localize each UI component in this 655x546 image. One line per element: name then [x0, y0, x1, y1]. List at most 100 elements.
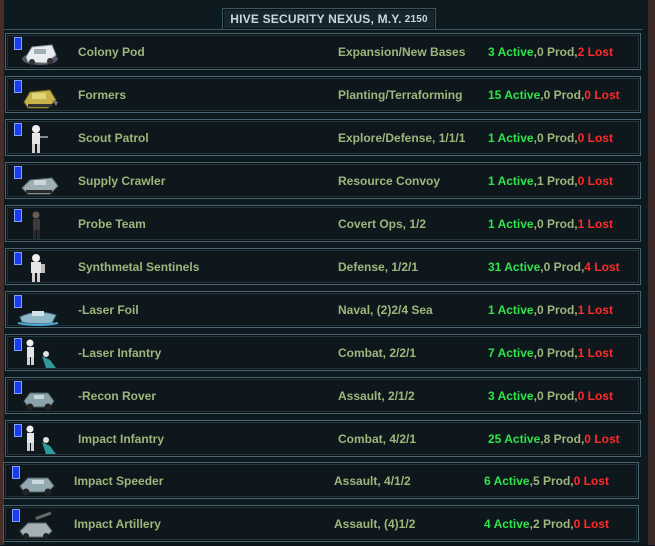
- prod-count: 8 Prod: [543, 431, 581, 446]
- unit-name: Colony Pod: [78, 44, 145, 59]
- scout-patrol-icon: [16, 123, 60, 155]
- unit-name: -Laser Foil: [78, 302, 139, 317]
- unit-row[interactable]: Synthmetal Sentinels Defense, 1/2/1 31 Act…: [5, 248, 641, 285]
- faction-flag-icon: [14, 37, 22, 50]
- unit-role: Defense, 1/2/1: [338, 259, 419, 274]
- active-count: 25 Active: [488, 431, 541, 446]
- unit-row[interactable]: Probe Team Covert Ops, 1/2 1 Active, 0 Pro…: [5, 205, 641, 242]
- unit-stats: 1 Active, 1 Prod, 0 Lost: [488, 163, 613, 198]
- unit-name: -Laser Infantry: [78, 345, 162, 360]
- faction-flag-icon: [14, 424, 22, 437]
- sentinel-icon: [16, 252, 60, 284]
- window-title-text: HIVE SECURITY NEXUS, M.Y.: [230, 12, 402, 26]
- security-nexus-window: HIVE SECURITY NEXUS, M.Y. 2150 Colony Pod…: [0, 0, 655, 545]
- unit-row[interactable]: Formers Planting/Terraforming 15 Active, 0…: [5, 76, 641, 113]
- unit-row[interactable]: -Laser Infantry Combat, 2/2/1 7 Active, 0 …: [5, 334, 641, 371]
- active-count: 15 Active: [488, 87, 541, 102]
- foil-icon: [16, 295, 60, 327]
- lost-count: 1 Lost: [577, 345, 613, 360]
- faction-flag-icon: [14, 252, 22, 265]
- unit-stats: 3 Active, 0 Prod, 2 Lost: [488, 34, 613, 69]
- lost-count: 0 Lost: [577, 130, 613, 145]
- prod-count: 0 Prod: [536, 130, 575, 145]
- lost-count: 0 Lost: [584, 431, 620, 446]
- faction-flag-icon: [14, 209, 22, 222]
- unit-row[interactable]: Impact Infantry Combat, 4/2/1 25 Active, 8…: [5, 420, 641, 457]
- lost-count: 1 Lost: [577, 302, 613, 317]
- unit-role: Assault, 4/1/2: [334, 473, 411, 488]
- formers-icon: [16, 80, 60, 112]
- rover-icon: [16, 381, 60, 413]
- unit-name: Formers: [78, 87, 127, 102]
- unit-role: Covert Ops, 1/2: [338, 216, 427, 231]
- faction-flag-icon: [12, 509, 20, 522]
- infantry-icon: [16, 338, 60, 370]
- lost-count: 0 Lost: [577, 173, 613, 188]
- prod-count: 0 Prod: [536, 302, 575, 317]
- unit-role: Naval, (2)2/4 Sea: [338, 302, 433, 317]
- prod-count: 2 Prod: [532, 516, 571, 531]
- faction-flag-icon: [14, 295, 22, 308]
- unit-name: Synthmetal Sentinels: [78, 259, 200, 274]
- prod-count: 0 Prod: [536, 44, 575, 59]
- infantry-icon: [16, 424, 60, 456]
- faction-flag-icon: [14, 166, 22, 179]
- unit-row[interactable]: -Laser Foil Naval, (2)2/4 Sea 1 Active, 0 …: [5, 291, 641, 328]
- lost-count: 0 Lost: [573, 473, 609, 488]
- header-divider: [4, 29, 643, 30]
- active-count: 1 Active: [488, 130, 534, 145]
- prod-count: 1 Prod: [536, 173, 575, 188]
- unit-role: Assault, (4)1/2: [334, 516, 416, 531]
- unit-stats: 31 Active, 0 Prod, 4 Lost: [488, 249, 620, 284]
- unit-row[interactable]: Supply Crawler Resource Convoy 1 Active, 1…: [5, 162, 641, 199]
- unit-role: Combat, 4/2/1: [338, 431, 417, 446]
- unit-role: Combat, 2/2/1: [338, 345, 417, 360]
- unit-role: Explore/Defense, 1/1/1: [338, 130, 466, 145]
- prod-count: 5 Prod: [532, 473, 571, 488]
- lost-count: 0 Lost: [577, 388, 613, 403]
- unit-row[interactable]: Impact Artillery Assault, (4)1/2 4 Active,…: [3, 505, 639, 542]
- faction-flag-icon: [14, 381, 22, 394]
- window-title: HIVE SECURITY NEXUS, M.Y. 2150: [222, 8, 436, 30]
- speeder-icon: [14, 466, 58, 498]
- unit-row[interactable]: Colony Pod Expansion/New Bases 3 Active, 0…: [5, 33, 641, 70]
- colony-pod-icon: [16, 37, 60, 69]
- prod-count: 0 Prod: [536, 388, 575, 403]
- unit-name: Scout Patrol: [78, 130, 149, 145]
- active-count: 3 Active: [488, 388, 534, 403]
- unit-stats: 7 Active, 0 Prod, 1 Lost: [488, 335, 613, 370]
- lost-count: 0 Lost: [584, 87, 620, 102]
- unit-name: Supply Crawler: [78, 173, 166, 188]
- active-count: 1 Active: [488, 302, 534, 317]
- unit-role: Resource Convoy: [338, 173, 441, 188]
- lost-count: 1 Lost: [577, 216, 613, 231]
- active-count: 31 Active: [488, 259, 541, 274]
- unit-row[interactable]: -Recon Rover Assault, 2/1/2 3 Active, 0 Pr…: [5, 377, 641, 414]
- unit-row[interactable]: Impact Speeder Assault, 4/1/2 6 Active, 5 …: [3, 462, 639, 499]
- faction-flag-icon: [14, 338, 22, 351]
- unit-stats: 1 Active, 0 Prod, 1 Lost: [488, 206, 613, 241]
- lost-count: 2 Lost: [577, 44, 613, 59]
- faction-flag-icon: [14, 123, 22, 136]
- unit-row[interactable]: Scout Patrol Explore/Defense, 1/1/1 1 Acti…: [5, 119, 641, 156]
- unit-stats: 4 Active, 2 Prod, 0 Lost: [484, 506, 609, 541]
- faction-flag-icon: [12, 466, 20, 479]
- unit-stats: 1 Active, 0 Prod, 0 Lost: [488, 120, 613, 155]
- unit-name: Impact Speeder: [74, 473, 164, 488]
- unit-name: Probe Team: [78, 216, 146, 231]
- supply-crawler-icon: [16, 166, 60, 198]
- active-count: 3 Active: [488, 44, 534, 59]
- unit-name: Impact Artillery: [74, 516, 161, 531]
- active-count: 4 Active: [484, 516, 530, 531]
- mission-year: 2150: [404, 13, 428, 25]
- prod-count: 0 Prod: [536, 345, 575, 360]
- unit-stats: 1 Active, 0 Prod, 1 Lost: [488, 292, 613, 327]
- unit-name: -Recon Rover: [78, 388, 157, 403]
- prod-count: 0 Prod: [543, 87, 581, 102]
- lost-count: 0 Lost: [573, 516, 609, 531]
- unit-role: Planting/Terraforming: [338, 87, 463, 102]
- artillery-icon: [14, 509, 58, 541]
- unit-stats: 6 Active, 5 Prod, 0 Lost: [484, 463, 609, 498]
- unit-stats: 3 Active, 0 Prod, 0 Lost: [488, 378, 613, 413]
- unit-name: Impact Infantry: [78, 431, 165, 446]
